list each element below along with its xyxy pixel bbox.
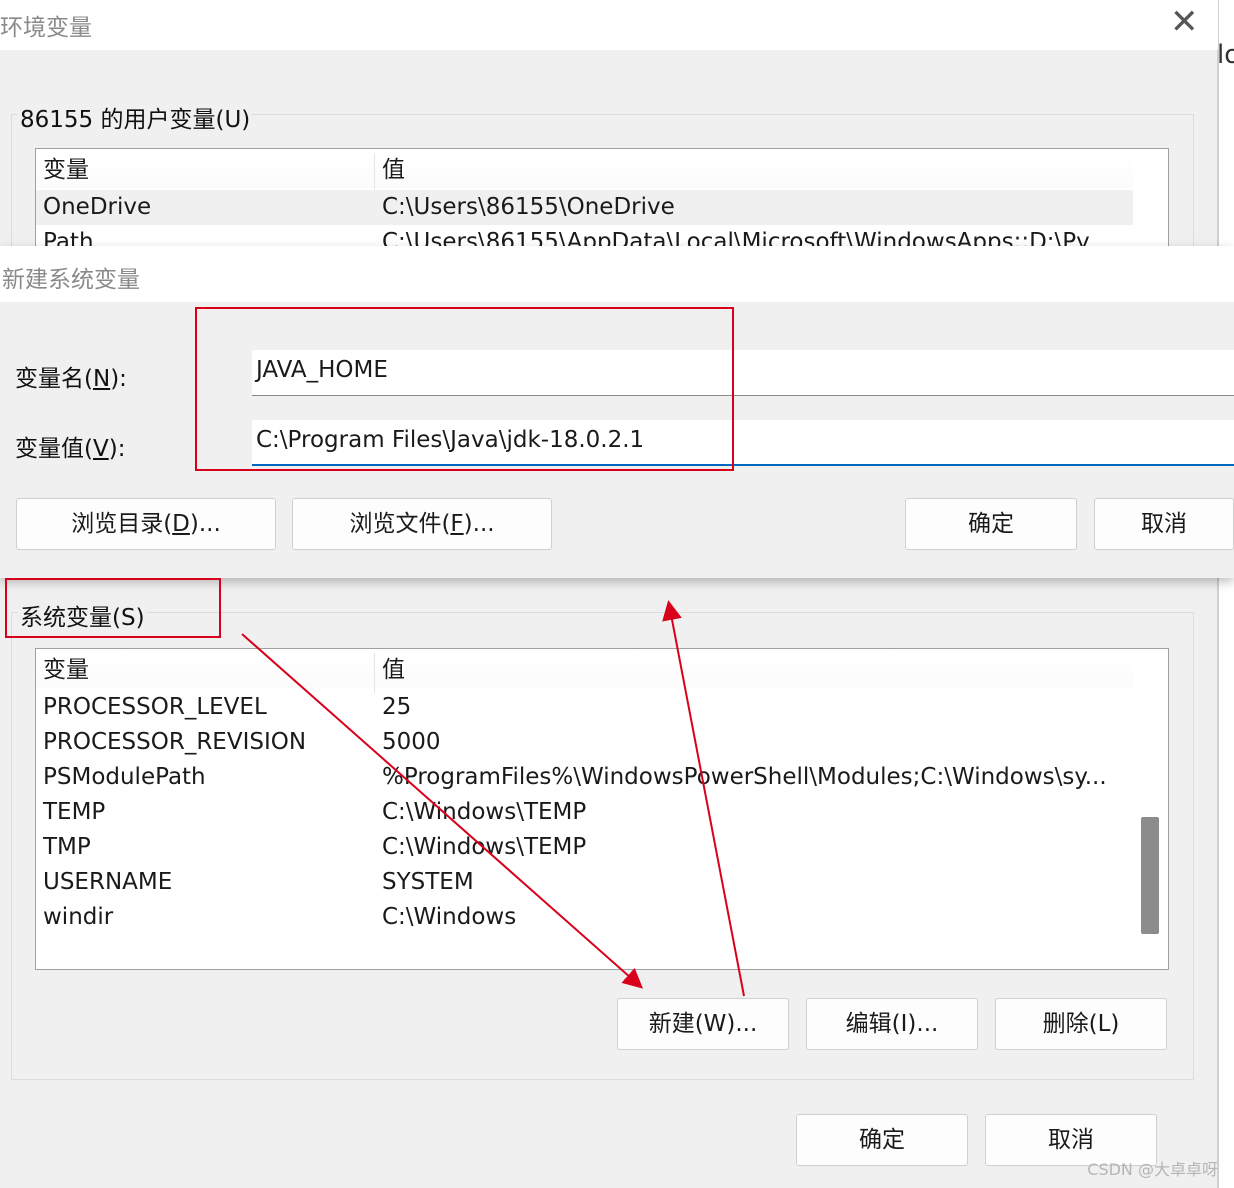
var-value: C:\Windows bbox=[382, 904, 517, 930]
label-text: ): bbox=[110, 366, 127, 392]
button-text: 浏览文件( bbox=[349, 511, 451, 537]
access-key: D bbox=[172, 511, 190, 537]
var-name: OneDrive bbox=[43, 194, 152, 220]
var-name: PSModulePath bbox=[43, 764, 206, 790]
var-name: TMP bbox=[43, 834, 91, 860]
env-window-title: 环境变量 bbox=[0, 15, 92, 41]
label-text: 变量名( bbox=[15, 366, 93, 392]
background-app-edge: lo bbox=[1217, 0, 1234, 1188]
column-header-value[interactable]: 值 bbox=[382, 653, 405, 688]
highlight-box-system-vars bbox=[5, 578, 221, 638]
scrollbar-thumb[interactable] bbox=[1141, 817, 1159, 934]
var-value: %ProgramFiles%\WindowsPowerShell\Modules… bbox=[382, 764, 1107, 790]
column-divider[interactable] bbox=[374, 653, 375, 693]
var-name: PROCESSOR_REVISION bbox=[43, 729, 307, 755]
column-header-variable[interactable]: 变量 bbox=[43, 153, 89, 188]
var-value: C:\Users\86155\OneDrive bbox=[382, 194, 675, 220]
button-text: )... bbox=[463, 511, 495, 537]
new-dialog-ok-button[interactable]: 确定 bbox=[905, 498, 1077, 550]
var-value: C:\Windows\TEMP bbox=[382, 799, 587, 825]
var-value: C:\Windows\TEMP bbox=[382, 834, 587, 860]
background-app-text: lo bbox=[1217, 40, 1234, 70]
user-vars-header: 变量 值 bbox=[36, 153, 1133, 193]
button-text: )... bbox=[189, 511, 221, 537]
browse-file-button[interactable]: 浏览文件(F)... bbox=[292, 498, 552, 550]
close-icon[interactable]: ✕ bbox=[1170, 2, 1199, 42]
delete-variable-button[interactable]: 删除(L) bbox=[995, 998, 1167, 1050]
var-value: 5000 bbox=[382, 729, 441, 755]
highlight-box-fields bbox=[195, 307, 734, 471]
column-header-variable[interactable]: 变量 bbox=[43, 653, 89, 688]
system-vars-list[interactable]: 变量 值 PROCESSOR_LEVEL 25 PROCESSOR_REVISI… bbox=[35, 648, 1169, 970]
var-name: USERNAME bbox=[43, 869, 173, 895]
new-dialog-cancel-button[interactable]: 取消 bbox=[1094, 498, 1234, 550]
var-value: C:\Users\86155\AppData\Local\Microsoft\W… bbox=[382, 229, 1109, 248]
var-name: Path bbox=[43, 229, 94, 248]
button-text: 浏览目录( bbox=[71, 511, 173, 537]
table-row[interactable]: PROCESSOR_LEVEL 25 bbox=[36, 690, 1133, 725]
table-row[interactable]: OneDrive C:\Users\86155\OneDrive bbox=[36, 190, 1133, 225]
table-row[interactable]: TEMP C:\Windows\TEMP bbox=[36, 795, 1133, 830]
env-titlebar: 环境变量 ✕ bbox=[0, 0, 1218, 50]
user-vars-label: 86155 的用户变量(U) bbox=[18, 100, 253, 134]
table-row[interactable]: USERNAME SYSTEM bbox=[36, 865, 1133, 900]
var-value: 25 bbox=[382, 694, 412, 720]
table-row[interactable]: TMP C:\Windows\TEMP bbox=[36, 830, 1133, 865]
new-variable-button[interactable]: 新建(W)... bbox=[617, 998, 789, 1050]
table-row[interactable]: windir C:\Windows bbox=[36, 900, 1133, 935]
column-header-value[interactable]: 值 bbox=[382, 153, 405, 188]
label-text: ): bbox=[108, 436, 126, 462]
edit-variable-button[interactable]: 编辑(I)... bbox=[806, 998, 978, 1050]
env-ok-button[interactable]: 确定 bbox=[796, 1114, 968, 1166]
var-name: TEMP bbox=[43, 799, 106, 825]
system-vars-header: 变量 值 bbox=[36, 653, 1133, 693]
var-name: PROCESSOR_LEVEL bbox=[43, 694, 267, 720]
watermark: CSDN @大卓卓呀 bbox=[1087, 1160, 1218, 1179]
variable-value-label: 变量值(V): bbox=[15, 429, 125, 463]
table-row[interactable]: PROCESSOR_REVISION 5000 bbox=[36, 725, 1133, 760]
new-dialog-title: 新建系统变量 bbox=[2, 267, 140, 293]
var-value: SYSTEM bbox=[382, 869, 474, 895]
access-key: F bbox=[450, 511, 464, 537]
column-divider[interactable] bbox=[374, 153, 375, 193]
label-text: 变量值( bbox=[15, 436, 93, 462]
var-name: windir bbox=[43, 904, 114, 930]
new-dialog-titlebar: 新建系统变量 bbox=[0, 246, 1234, 302]
variable-name-label: 变量名(N): bbox=[15, 359, 127, 393]
table-row[interactable]: Path C:\Users\86155\AppData\Local\Micros… bbox=[36, 225, 1133, 248]
browse-directory-button[interactable]: 浏览目录(D)... bbox=[16, 498, 276, 550]
user-vars-list[interactable]: 变量 值 OneDrive C:\Users\86155\OneDrive Pa… bbox=[35, 148, 1169, 248]
access-key: V bbox=[92, 436, 109, 462]
table-row[interactable]: PSModulePath %ProgramFiles%\WindowsPower… bbox=[36, 760, 1133, 795]
access-key: N bbox=[92, 366, 111, 392]
